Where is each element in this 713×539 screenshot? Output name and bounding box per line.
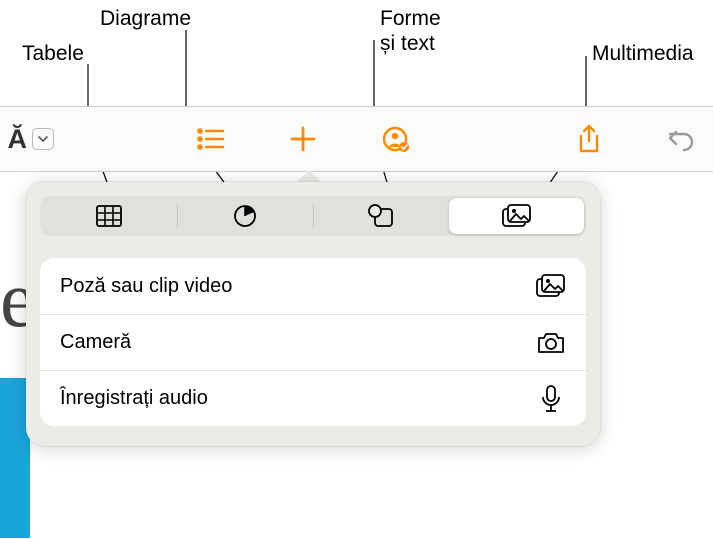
- callout-diagrame: Diagrame: [100, 6, 191, 31]
- toolbar-list-button[interactable]: [195, 123, 227, 155]
- tab-tables[interactable]: [42, 198, 177, 234]
- photos-icon: [536, 273, 566, 299]
- app-toolbar: Ă: [0, 106, 713, 172]
- popover-caret: [297, 170, 321, 182]
- insert-segmented-control: [40, 196, 586, 236]
- option-label: Înregistrați audio: [60, 387, 208, 410]
- toolbar-undo-button[interactable]: [665, 123, 697, 155]
- toolbar-insert-button[interactable]: [287, 123, 319, 155]
- tab-charts[interactable]: [178, 198, 313, 234]
- callout-tabele: Tabele: [22, 41, 84, 66]
- microphone-icon: [536, 386, 566, 412]
- camera-icon: [536, 330, 566, 356]
- tab-shapes[interactable]: [314, 198, 449, 234]
- option-record-audio[interactable]: Înregistrați audio: [40, 370, 586, 426]
- undo-icon: [667, 126, 695, 152]
- toolbar-collaborate-button[interactable]: [379, 123, 411, 155]
- pie-icon: [233, 204, 257, 228]
- share-icon: [577, 124, 601, 154]
- option-label: Poză sau clip video: [60, 275, 232, 298]
- media-icon: [502, 204, 532, 228]
- toolbar-cropped-text: Ă: [6, 122, 26, 156]
- chevron-down-icon: [37, 133, 49, 145]
- option-camera[interactable]: Cameră: [40, 314, 586, 370]
- table-icon: [96, 205, 122, 227]
- option-photo-or-video[interactable]: Poză sau clip video: [40, 258, 586, 314]
- background-truncated-text: e: [0, 260, 28, 340]
- toolbar-share-button[interactable]: [573, 123, 605, 155]
- callout-multimedia: Multimedia: [592, 41, 694, 66]
- plus-icon: [289, 125, 317, 153]
- callout-forme: Forme și text: [380, 6, 441, 56]
- shape-icon: [368, 204, 394, 228]
- tab-media[interactable]: [449, 198, 584, 234]
- collaborate-icon: [380, 126, 410, 152]
- insert-popover: Poză sau clip video Cameră Înregistraț: [26, 182, 600, 446]
- media-options-list: Poză sau clip video Cameră Înregistraț: [40, 258, 586, 426]
- option-label: Cameră: [60, 331, 131, 354]
- list-icon: [197, 128, 225, 150]
- dropdown-toggle[interactable]: [32, 128, 54, 150]
